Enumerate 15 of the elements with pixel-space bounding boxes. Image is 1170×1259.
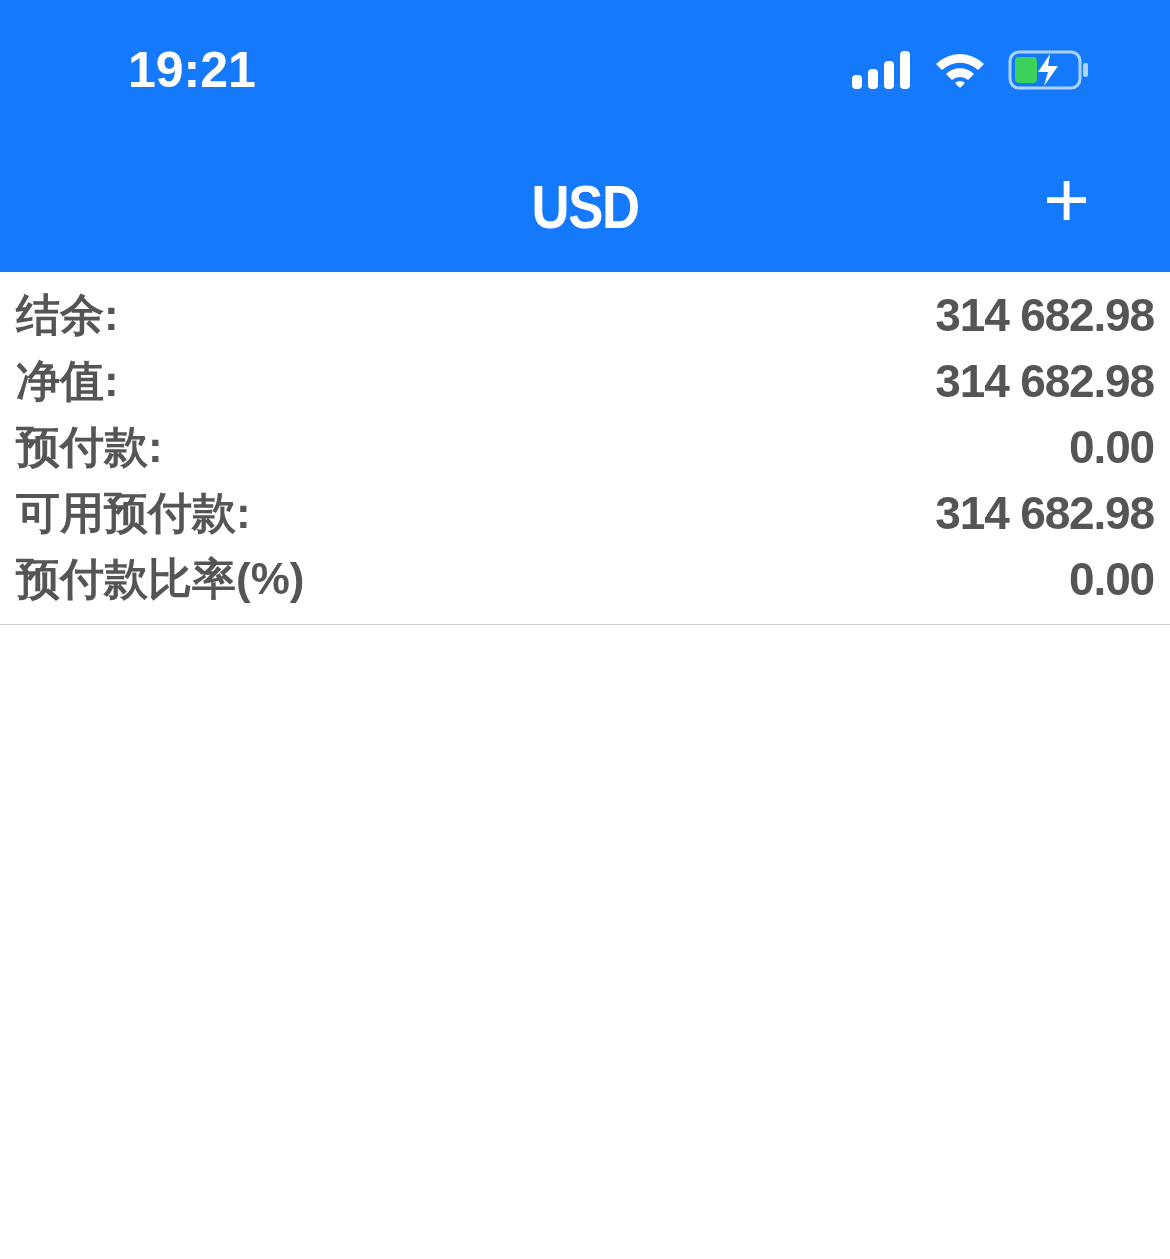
status-time: 19:21: [128, 40, 256, 100]
battery-charging-icon: [1008, 50, 1090, 90]
field-label: 净值:: [16, 355, 119, 407]
field-value: 314 682.98: [935, 287, 1154, 343]
nav-title: USD: [531, 170, 639, 243]
field-label: 预付款:: [16, 421, 163, 473]
field-value: 314 682.98: [935, 485, 1154, 541]
field-label: 预付款比率(%): [16, 553, 305, 605]
field-value: 0.00: [1069, 551, 1154, 607]
field-value: 314 682.98: [935, 353, 1154, 409]
field-value: 0.00: [1069, 419, 1154, 475]
add-button[interactable]: +: [1043, 160, 1090, 240]
signal-icon: [852, 49, 912, 91]
field-label: 结余:: [16, 289, 119, 341]
field-label: 可用预付款:: [16, 487, 251, 539]
